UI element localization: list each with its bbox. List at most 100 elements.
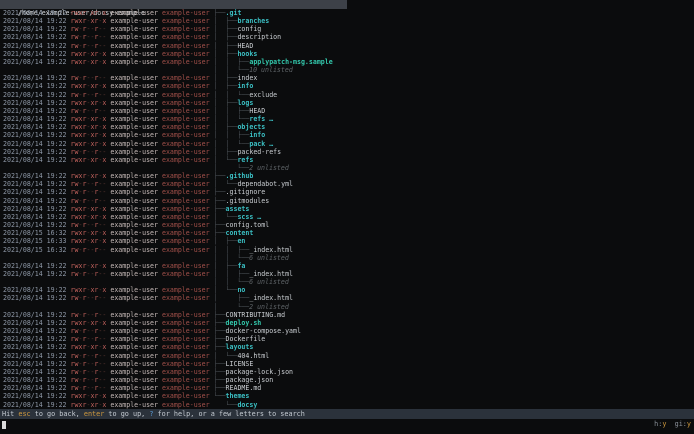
- entry-name: themes: [225, 392, 250, 401]
- tree-row[interactable]: 2021/08/14 19:22 rwxr-xr-x example-user …: [3, 343, 694, 351]
- permissions: rw-r--r--: [70, 147, 107, 156]
- entry-meta: 2021/08/14 19:22 rw-r--r-- example-user …: [3, 107, 214, 115]
- entry-meta: 2021/08/14 19:22 rwxr-xr-x example-user …: [3, 131, 214, 139]
- entry-name: CONTRIBUTING.md: [225, 310, 286, 319]
- tree-row[interactable]: 2021/08/14 19:22 rwxr-xr-x example-user …: [3, 156, 694, 164]
- tree-row[interactable]: 2021/08/14 19:22 rwxr-xr-x example-user …: [3, 392, 694, 400]
- entry-meta: 2021/08/14 19:22 rwxr-xr-x example-user …: [3, 205, 214, 213]
- group: example-user: [161, 367, 210, 376]
- owner: example-user: [110, 204, 158, 213]
- mtime: 2021/08/14 19:22: [3, 82, 67, 91]
- tree-row[interactable]: 2021/08/14 19:22 rw-r--r-- example-user …: [3, 33, 694, 41]
- mtime: 2021/08/14 19:22: [3, 261, 67, 270]
- tree-branch: │ │ ├──: [213, 270, 250, 278]
- tree-row[interactable]: │ │ └──6 unlisted: [3, 254, 694, 262]
- tree-branch: ├──: [213, 367, 226, 376]
- group: example-user: [161, 90, 210, 99]
- tree-row[interactable]: 2021/08/14 19:22 rwxr-xr-x example-user …: [3, 401, 694, 409]
- mtime: 2021/08/14 19:22: [3, 221, 67, 230]
- tree-row[interactable]: 2021/08/14 19:22 rwxr-xr-x example-user …: [3, 140, 694, 148]
- tree-row[interactable]: 2021/08/14 19:22 rwxr-xr-x example-user …: [3, 99, 694, 107]
- mtime: 2021/08/14 19:22: [3, 49, 67, 58]
- permissions: rw-r--r--: [70, 310, 107, 319]
- tree-row[interactable]: 2021/08/14 19:22 rw-r--r-- example-user …: [3, 311, 694, 319]
- search-input-line[interactable]: h:y gi:y: [0, 419, 694, 434]
- tree-branch: │ │ └──: [213, 139, 250, 148]
- tree-row[interactable]: │ └──2 unlisted: [3, 164, 694, 172]
- group: example-user: [161, 98, 210, 107]
- group: example-user: [161, 245, 210, 254]
- group: example-user: [161, 139, 210, 148]
- entry-meta: 2021/08/14 19:22 rw-r--r-- example-user …: [3, 33, 214, 41]
- entry-meta: [3, 254, 213, 262]
- permissions: rwxr-xr-x: [70, 123, 107, 132]
- tree-row[interactable]: 2021/08/15 16:32 rw-r--r-- example-user …: [3, 246, 694, 254]
- group: example-user: [161, 123, 210, 132]
- entry-meta: 2021/08/14 19:22 rwxr-xr-x example-user …: [3, 213, 214, 221]
- tree-row[interactable]: 2021/08/14 19:22 rw-r--r-- example-user …: [3, 42, 694, 50]
- entry-meta: [3, 303, 213, 311]
- tree-row[interactable]: 2021/08/14 19:22 rwxr-xr-x example-user …: [3, 319, 694, 327]
- group: example-user: [161, 343, 210, 352]
- mtime: 2021/08/14 19:22: [3, 155, 67, 164]
- tree-row[interactable]: 2021/08/14 19:22 rwxr-xr-x example-user …: [3, 9, 694, 17]
- mtime: 2021/08/14 19:22: [3, 359, 67, 368]
- entry-name: branches: [237, 17, 270, 26]
- entry-meta: 2021/08/14 19:22 rw-r--r-- example-user …: [3, 42, 214, 50]
- tree-row[interactable]: 2021/08/14 19:22 rwxr-xr-x example-user …: [3, 115, 694, 123]
- entry-meta: 2021/08/14 19:22 rwxr-xr-x example-user …: [3, 172, 214, 180]
- tree-branch: ├──: [213, 172, 226, 181]
- entry-name: description: [237, 33, 282, 42]
- tree-row[interactable]: 2021/08/14 19:22 rwxr-xr-x example-user …: [3, 131, 694, 139]
- mtime: 2021/08/14 19:22: [3, 367, 67, 376]
- entry-name: .github: [225, 172, 254, 181]
- owner: example-user: [110, 400, 158, 409]
- tree-row[interactable]: 2021/08/14 19:22 rwxr-xr-x example-user …: [3, 50, 694, 58]
- tree-row[interactable]: 2021/08/14 19:22 rw-r--r-- example-user …: [3, 360, 694, 368]
- tree-row[interactable]: │ └──2 unlisted: [3, 303, 694, 311]
- entry-meta: 2021/08/14 19:22 rwxr-xr-x example-user …: [3, 140, 214, 148]
- tree-row[interactable]: 2021/08/14 19:22 rwxr-xr-x example-user …: [3, 82, 694, 90]
- owner: example-user: [110, 294, 158, 303]
- entry-meta: 2021/08/14 19:22 rw-r--r-- example-user …: [3, 91, 214, 99]
- permissions: rwxr-xr-x: [70, 400, 107, 409]
- entry-meta: 2021/08/14 19:22 rwxr-xr-x example-user …: [3, 123, 214, 131]
- mtime: 2021/08/14 19:22: [3, 327, 67, 336]
- group: example-user: [161, 106, 210, 115]
- tree-row[interactable]: 2021/08/14 19:22 rw-r--r-- example-user …: [3, 197, 694, 205]
- tree-row[interactable]: 2021/08/14 19:22 rw-r--r-- example-user …: [3, 368, 694, 376]
- tree-row[interactable]: 2021/08/14 19:22 rw-r--r-- example-user …: [3, 352, 694, 360]
- entry-name: docker-compose.yaml: [225, 327, 301, 336]
- owner: example-user: [110, 115, 158, 124]
- tree-row[interactable]: 2021/08/14 19:22 rw-r--r-- example-user …: [3, 270, 694, 278]
- owner: example-user: [110, 123, 158, 132]
- owner: example-user: [110, 310, 158, 319]
- permissions: rwxr-xr-x: [70, 49, 107, 58]
- tree-row[interactable]: 2021/08/14 19:22 rwxr-xr-x example-user …: [3, 213, 694, 221]
- owner: example-user: [110, 106, 158, 115]
- tree-row[interactable]: 2021/08/14 19:22 rw-r--r-- example-user …: [3, 188, 694, 196]
- root-path-bar: /home/example-user/docsy-example: [0, 0, 347, 17]
- tree-row[interactable]: 2021/08/14 19:22 rw-r--r-- example-user …: [3, 294, 694, 302]
- tree-row[interactable]: 2021/08/14 19:22 rw-r--r-- example-user …: [3, 376, 694, 384]
- entry-meta: 2021/08/14 19:22 rwxr-xr-x example-user …: [3, 156, 214, 164]
- entry-meta: 2021/08/14 19:22 rwxr-xr-x example-user …: [3, 262, 214, 270]
- permissions: rw-r--r--: [70, 188, 107, 197]
- entry-name: logs: [237, 98, 254, 107]
- group: example-user: [161, 237, 210, 246]
- tree-row[interactable]: 2021/08/14 19:22 rw-r--r-- example-user …: [3, 221, 694, 229]
- tree-row[interactable]: 2021/08/14 19:22 rw-r--r-- example-user …: [3, 91, 694, 99]
- tree-row[interactable]: 2021/08/14 19:22 rw-r--r-- example-user …: [3, 107, 694, 115]
- tree-row[interactable]: 2021/08/15 16:33 rwxr-xr-x example-user …: [3, 237, 694, 245]
- group: example-user: [161, 294, 210, 303]
- entry-name: hooks: [237, 49, 258, 58]
- tree-row[interactable]: 2021/08/14 19:22 rwxr-xr-x example-user …: [3, 262, 694, 270]
- tree-branch: │ └──: [213, 163, 250, 172]
- entry-meta: 2021/08/14 19:22 rwxr-xr-x example-user …: [3, 401, 214, 409]
- tree-row[interactable]: 2021/08/14 19:22 rwxr-xr-x example-user …: [3, 205, 694, 213]
- file-tree[interactable]: 2021/08/14 19:22 rwxr-xr-x example-user …: [0, 9, 694, 409]
- mtime: 2021/08/14 19:22: [3, 41, 67, 50]
- tree-row[interactable]: 2021/08/14 19:22 rwxr-xr-x example-user …: [3, 58, 694, 66]
- tree-row[interactable]: 2021/08/14 19:22 rw-r--r-- example-user …: [3, 148, 694, 156]
- entry-name: 10 unlisted: [249, 66, 293, 75]
